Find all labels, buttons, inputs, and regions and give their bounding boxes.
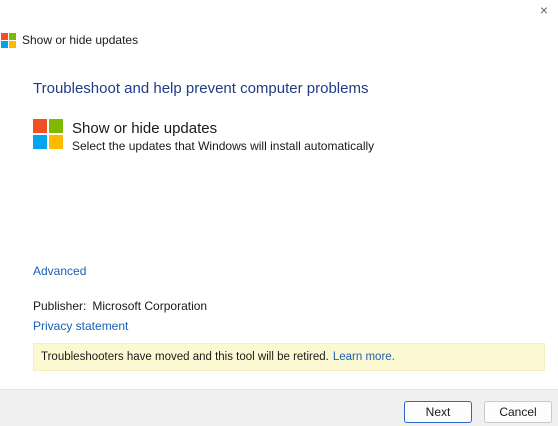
close-icon[interactable]: × [536, 3, 552, 17]
tool-title: Show or hide updates [72, 120, 218, 137]
learn-more-link[interactable]: Learn more. [333, 351, 395, 363]
retirement-notice-banner: Troubleshooters have moved and this tool… [33, 343, 545, 371]
privacy-statement-link[interactable]: Privacy statement [33, 318, 128, 334]
cancel-button[interactable]: Cancel [484, 401, 552, 423]
tool-description: Select the updates that Windows will ins… [72, 139, 375, 153]
next-button[interactable]: Next [404, 401, 472, 423]
windows-logo-icon [1, 32, 16, 48]
advanced-link[interactable]: Advanced [33, 263, 86, 279]
publisher-label: Publisher: [33, 299, 87, 313]
title-bar: Show or hide updates [1, 31, 138, 49]
dialog-footer: Next Cancel [0, 389, 558, 426]
troubleshooter-window: × Show or hide updates Troubleshoot and … [0, 0, 558, 426]
window-title: Show or hide updates [22, 33, 139, 47]
troubleshooter-item: Show or hide updates Select the updates … [33, 119, 374, 153]
windows-logo-icon [33, 119, 63, 149]
publisher-info: Publisher: Microsoft Corporation [33, 298, 207, 314]
banner-text: Troubleshooters have moved and this tool… [41, 351, 329, 363]
publisher-value: Microsoft Corporation [92, 299, 208, 313]
page-heading: Troubleshoot and help prevent computer p… [33, 80, 369, 97]
